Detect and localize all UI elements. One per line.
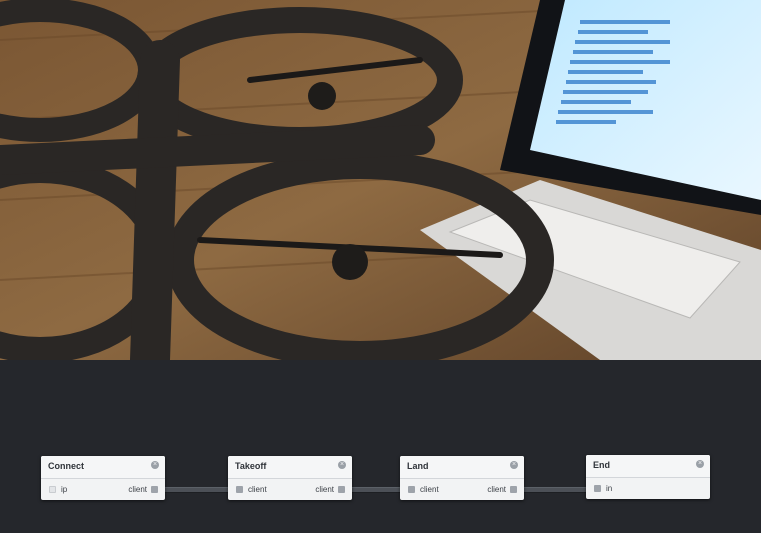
node-header[interactable]: Takeoff × [228, 456, 352, 479]
node-end[interactable]: End × in [586, 455, 710, 499]
input-port-in[interactable] [594, 485, 601, 492]
node-title: End [593, 460, 610, 470]
node-title: Land [407, 461, 429, 471]
node-header[interactable]: Connect × [41, 456, 165, 479]
input-port-label: client [248, 485, 267, 494]
wire-connect-takeoff[interactable] [160, 487, 236, 493]
output-port-client[interactable] [510, 486, 517, 493]
drone-photo-image [0, 0, 761, 360]
wire-land-end[interactable] [518, 487, 594, 493]
input-port-label: client [420, 485, 439, 494]
node-connect[interactable]: Connect × ip client [41, 456, 165, 500]
drone-photo [0, 0, 761, 360]
input-port-label: ip [61, 485, 68, 494]
output-port-label: client [487, 485, 506, 494]
wire-takeoff-land[interactable] [347, 487, 407, 493]
input-port-client[interactable] [408, 486, 415, 493]
output-port-label: client [128, 485, 147, 494]
node-land[interactable]: Land × client client [400, 456, 524, 500]
input-port-label: in [606, 484, 613, 493]
input-port-client[interactable] [236, 486, 243, 493]
output-port-client[interactable] [338, 486, 345, 493]
input-port-ip[interactable] [49, 486, 56, 493]
close-icon[interactable]: × [338, 461, 346, 469]
close-icon[interactable]: × [510, 461, 518, 469]
output-port-label: client [315, 485, 334, 494]
node-title: Connect [48, 461, 84, 471]
node-editor-canvas[interactable]: Connect × ip client Takeoff × client cli… [0, 360, 761, 533]
node-takeoff[interactable]: Takeoff × client client [228, 456, 352, 500]
close-icon[interactable]: × [151, 461, 159, 469]
node-header[interactable]: End × [586, 455, 710, 478]
node-title: Takeoff [235, 461, 267, 471]
node-header[interactable]: Land × [400, 456, 524, 479]
close-icon[interactable]: × [696, 460, 704, 468]
output-port-client[interactable] [151, 486, 158, 493]
